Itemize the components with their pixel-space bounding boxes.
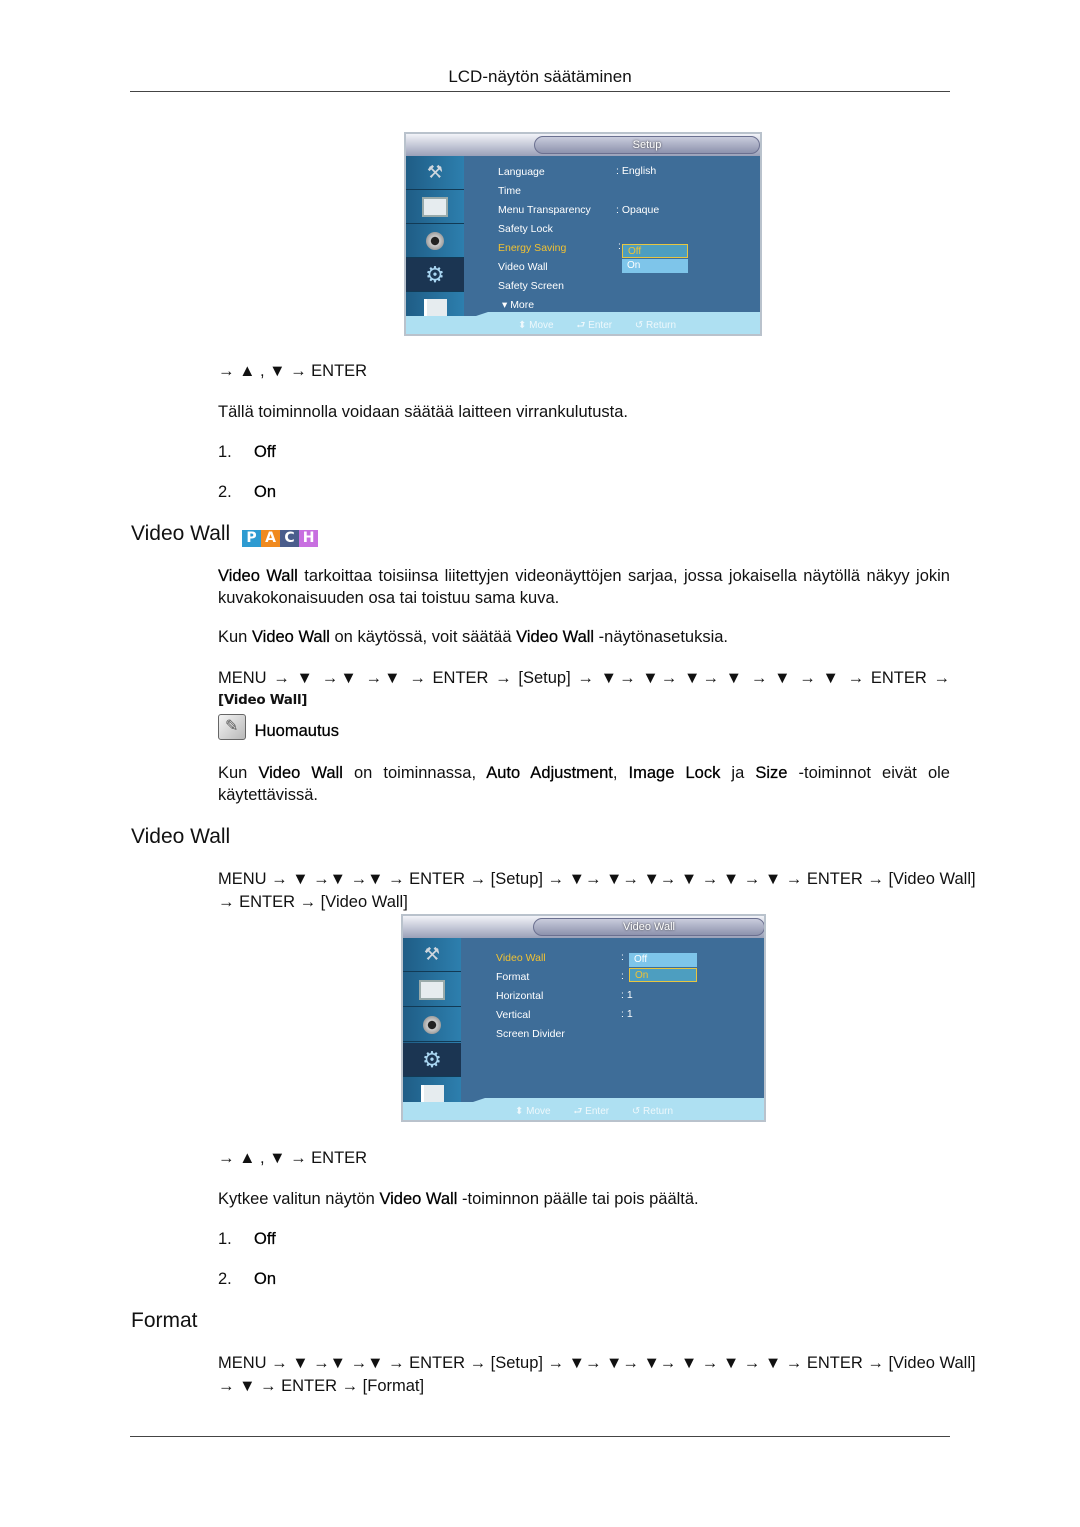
osd-footer: ⬍ Move ⮐ Enter ↺ Return xyxy=(403,1098,764,1120)
video-wall-usage: Kun Video Wall on käytössä, voit säätää … xyxy=(218,628,729,646)
osd-item: Horizontal xyxy=(496,990,544,1002)
sound-icon xyxy=(403,1008,461,1042)
osd-item: Format xyxy=(496,971,530,983)
video-wall-option-1: 1. Off xyxy=(218,1230,276,1248)
energy-description: Tällä toiminnolla voidaan säätää laittee… xyxy=(218,403,628,421)
format-nav-line-1: MENU → ▼ →▼ →▼ → ENTER → [Setup] → ▼→ ▼→… xyxy=(218,1354,976,1372)
badge-p: P xyxy=(242,529,262,547)
move-hint: ⬍ Move xyxy=(518,320,554,331)
osd-item: Video Wall xyxy=(498,261,548,273)
header-rule xyxy=(130,91,950,92)
osd-sidebar: ⚒ ⚙ xyxy=(403,938,461,1112)
osd-video-wall-screenshot: Video Wall ⚒ ⚙ Video Wall : Format : Hor… xyxy=(401,914,766,1122)
energy-option-2: 2. On xyxy=(218,483,277,501)
video-wall-after-nav: → ▲ , ▼ → ENTER xyxy=(218,1149,368,1167)
enter-hint: ⮐ Enter xyxy=(576,320,613,331)
osd-item: Screen Divider xyxy=(496,1028,565,1040)
section-heading-format: Format xyxy=(131,1309,198,1332)
sound-icon xyxy=(406,224,464,258)
note-icon: ✎ xyxy=(218,714,246,740)
move-hint: ⬍ Move xyxy=(515,1106,551,1117)
video-wall-option-2: 2. On xyxy=(218,1270,277,1288)
setup-gear-icon: ⚙ xyxy=(403,1043,461,1077)
note-text: Kun Video Wall on toiminnassa, Auto Adju… xyxy=(218,764,950,804)
osd-option-off: Off xyxy=(629,953,697,967)
badge-a: A xyxy=(261,529,281,547)
section-heading-video-wall-setting: Video Wall xyxy=(131,825,231,848)
setup-gear-icon: ⚙ xyxy=(406,258,464,292)
return-hint: ↺ Return xyxy=(634,320,677,331)
osd-item: Time xyxy=(498,185,521,197)
osd-item-highlighted: Video Wall xyxy=(496,952,546,964)
video-wall-setting-nav-line-1: MENU → ▼ →▼ →▼ → ENTER → [Setup] → ▼→ ▼→… xyxy=(218,870,976,888)
page-header-title: LCD-näytön säätäminen xyxy=(448,67,632,86)
osd-sidebar: ⚒ ⚙ xyxy=(406,156,464,326)
osd-option-on: On xyxy=(629,968,697,982)
osd-footer: ⬍ Move ⮐ Enter ↺ Return xyxy=(406,312,760,334)
enter-hint: ⮐ Enter xyxy=(573,1106,610,1117)
badge-h: H xyxy=(299,529,319,547)
model-badges: P A C H xyxy=(242,529,319,547)
picture-icon xyxy=(406,190,464,224)
picture-icon xyxy=(403,973,461,1007)
note-header: ✎ Huomautus xyxy=(218,714,339,742)
return-hint: ↺ Return xyxy=(631,1106,674,1117)
badge-c: C xyxy=(280,529,300,547)
video-wall-nav-line-1: MENU → ▼ →▼ →▼ → ENTER → [Setup] → ▼→ ▼→… xyxy=(218,669,950,687)
section-heading-video-wall: Video Wall P A C H xyxy=(131,522,319,547)
energy-nav-instruction: → ▲ , ▼ → ENTER xyxy=(218,362,368,380)
video-wall-nav-line-2: [Video Wall] xyxy=(218,692,308,708)
video-wall-definition: Video Wall tarkoittaa toisiinsa liitetty… xyxy=(218,567,950,607)
energy-option-1: 1. Off xyxy=(218,443,276,461)
input-icon: ⚒ xyxy=(403,938,461,972)
osd-item-highlighted: Energy Saving xyxy=(498,242,567,254)
osd-option-off: Off xyxy=(622,244,688,258)
input-icon: ⚒ xyxy=(406,156,464,190)
osd-option-on: On xyxy=(622,259,688,273)
video-wall-setting-nav-line-2: → ENTER → [Video Wall] xyxy=(218,893,408,911)
osd-title: Video Wall xyxy=(533,918,764,936)
format-nav-line-2: → ▼ → ENTER → [Format] xyxy=(218,1377,425,1395)
video-wall-setting-description: Kytkee valitun näytön Video Wall -toimin… xyxy=(218,1190,699,1208)
osd-setup-screenshot: Setup ⚒ ⚙ Language : English Time Menu T… xyxy=(404,132,762,336)
osd-item: Safety Screen xyxy=(498,280,564,292)
osd-item: Menu Transparency xyxy=(498,204,591,216)
osd-item: Vertical xyxy=(496,1009,531,1021)
osd-title: Setup xyxy=(534,136,760,154)
osd-item-more: ▾ More xyxy=(502,299,535,311)
footer-rule xyxy=(130,1436,950,1437)
osd-item: Language xyxy=(498,166,545,178)
osd-item: Safety Lock xyxy=(498,223,553,235)
